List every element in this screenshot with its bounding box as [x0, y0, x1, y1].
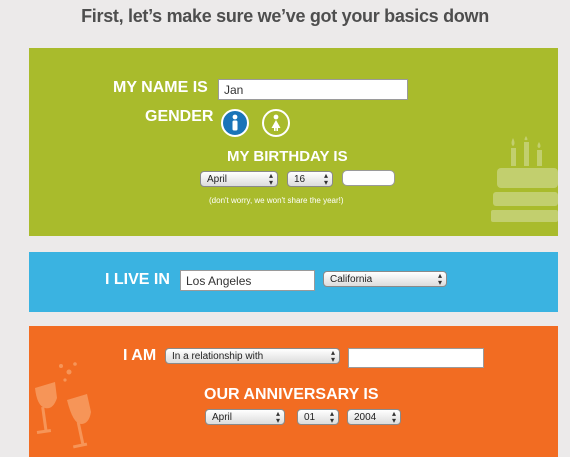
- i-am-label: I AM: [123, 347, 157, 364]
- location-panel: I LIVE IN California ▴▾: [29, 252, 558, 312]
- partner-input[interactable]: [348, 348, 484, 368]
- champagne-glasses-icon: [35, 362, 91, 449]
- select-arrows-icon: ▴ ▾: [330, 348, 335, 364]
- select-arrows-icon: ▴ ▾: [437, 271, 442, 287]
- anniversary-month-select[interactable]: April ▴ ▾: [205, 409, 285, 425]
- gender-male-button[interactable]: [221, 109, 249, 137]
- privacy-note: (don't worry, we won't share the year!): [209, 196, 344, 205]
- relationship-status-select[interactable]: In a relationship with ▴ ▾: [165, 348, 340, 364]
- male-icon: [232, 114, 238, 131]
- name-input[interactable]: [218, 79, 408, 100]
- city-input[interactable]: [180, 270, 315, 291]
- anniversary-year-select[interactable]: 2004 ▴ ▾: [347, 409, 401, 425]
- birth-day-select[interactable]: 16 ▴ ▾: [287, 171, 333, 187]
- select-arrows-icon: ▴ ▾: [329, 409, 334, 425]
- select-arrows-icon: ▴ ▾: [323, 171, 328, 187]
- page-title: First, let’s make sure we’ve got your ba…: [81, 6, 489, 26]
- birthday-cake-icon: [491, 136, 558, 222]
- gender-female-button[interactable]: [262, 109, 290, 137]
- birthday-label: MY BIRTHDAY IS: [227, 148, 348, 165]
- name-label: MY NAME IS: [113, 79, 208, 96]
- relationship-status-value: In a relationship with: [172, 351, 264, 362]
- anniversary-month-value: April: [212, 412, 233, 423]
- select-arrows-icon: ▴ ▾: [268, 171, 273, 187]
- state-select[interactable]: California ▴ ▾: [323, 271, 447, 287]
- relationship-panel: I AM In a relationship with ▴ ▾ OUR ANNIV…: [29, 326, 558, 457]
- gender-label: GENDER: [145, 108, 214, 125]
- select-arrows-icon: ▴ ▾: [391, 409, 396, 425]
- anniversary-day-select[interactable]: 01 ▴ ▾: [297, 409, 339, 425]
- birth-month-value: April: [207, 174, 228, 185]
- female-icon: [271, 114, 281, 131]
- anniversary-year-value: 2004: [354, 412, 377, 423]
- state-value: California: [330, 274, 373, 285]
- live-in-label: I LIVE IN: [105, 271, 170, 288]
- birth-year-input[interactable]: [342, 170, 395, 186]
- select-arrows-icon: ▴ ▾: [275, 409, 280, 425]
- basics-panel: MY NAME IS GENDER MY BIRTHDAY IS April ▴…: [29, 48, 558, 236]
- birth-month-select[interactable]: April ▴ ▾: [200, 171, 278, 187]
- anniversary-label: OUR ANNIVERSARY IS: [204, 386, 379, 403]
- anniversary-day-value: 01: [304, 412, 316, 423]
- birth-day-value: 16: [294, 174, 306, 185]
